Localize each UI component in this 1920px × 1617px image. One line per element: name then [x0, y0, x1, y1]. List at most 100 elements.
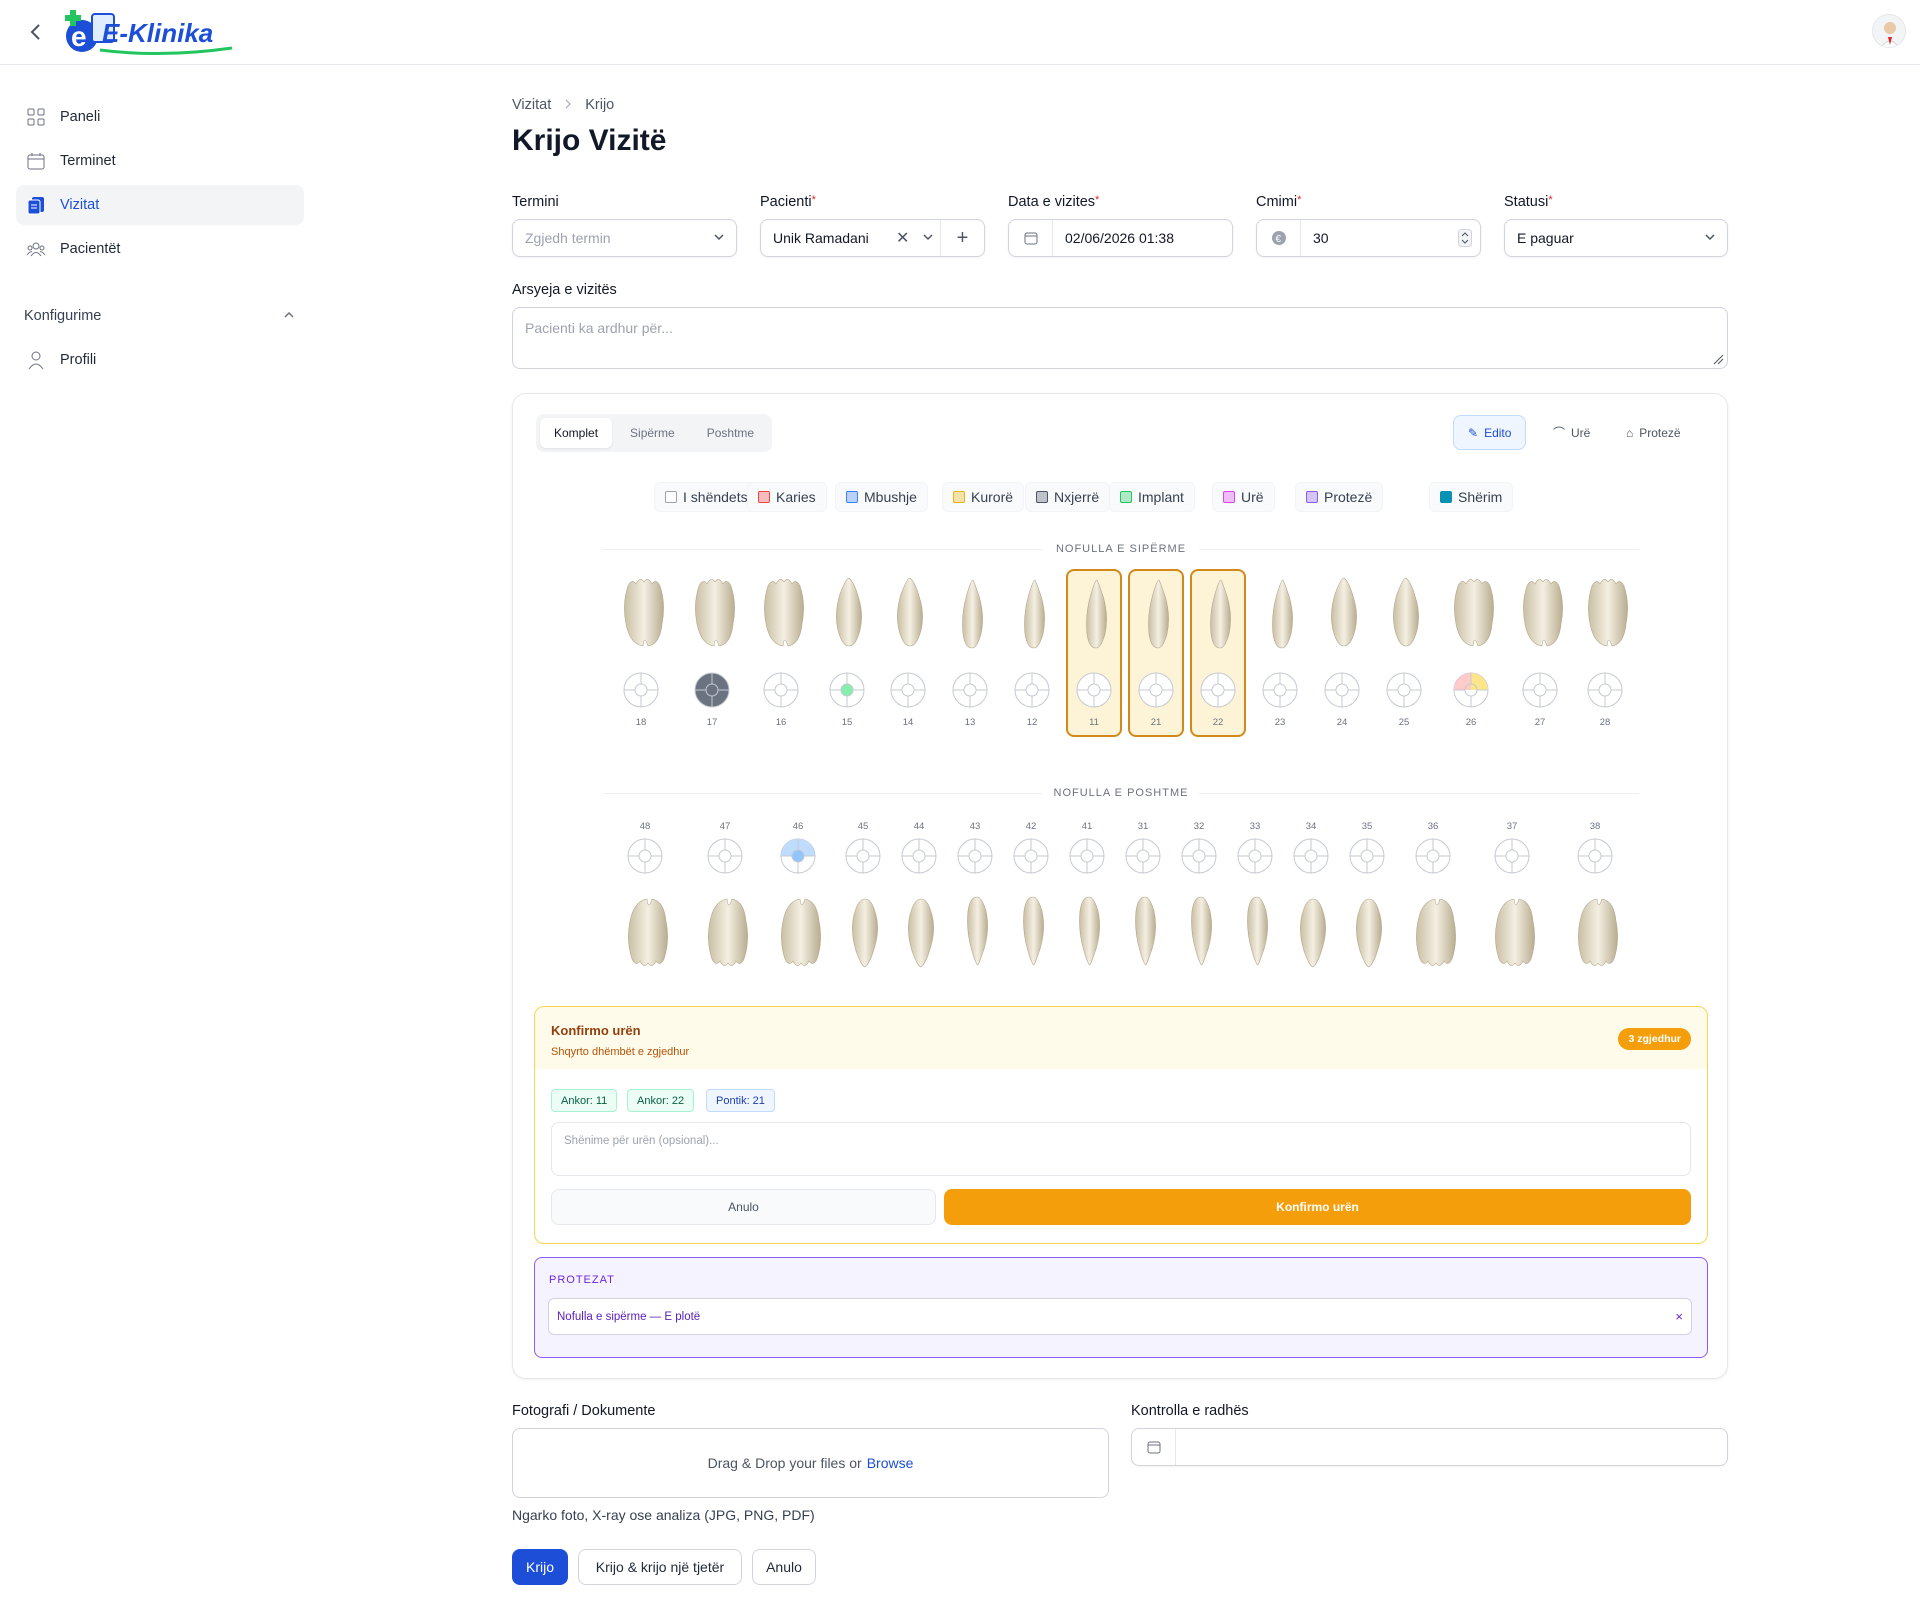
tooth-43[interactable] [950, 881, 1004, 976]
tooth-22[interactable] [1193, 574, 1247, 669]
sidebar-item-pacientet[interactable]: Pacientët [16, 229, 304, 269]
tooth-38[interactable] [1570, 881, 1624, 976]
tooth-surface-selector[interactable] [1073, 669, 1115, 716]
confirm-bridge-button[interactable]: Konfirmo urën [944, 1189, 1691, 1225]
tooth-21[interactable] [1131, 574, 1185, 669]
tooth-surface-selector[interactable] [1450, 669, 1492, 716]
tooth-surface-selector[interactable] [826, 669, 868, 716]
tooth-33[interactable] [1230, 881, 1284, 976]
tooth-surface-selector[interactable] [1259, 669, 1301, 716]
tooth-surface-selector[interactable] [1491, 835, 1533, 882]
breadcrumb-link[interactable]: Vizitat [512, 97, 551, 113]
tooth-surface-selector[interactable] [1346, 835, 1388, 882]
sidebar-item-vizitat[interactable]: Vizitat [16, 185, 304, 225]
tooth-surface-selector[interactable] [1290, 835, 1332, 882]
tab-siperme[interactable]: Sipërme [616, 418, 689, 448]
tooth-surface-selector[interactable] [887, 669, 929, 716]
tooth-surface-selector[interactable] [777, 835, 819, 882]
tooth-surface-selector[interactable] [691, 669, 733, 716]
tooth-31[interactable] [1118, 881, 1172, 976]
back-arrow-icon[interactable] [24, 20, 48, 44]
tooth-36[interactable] [1408, 881, 1462, 976]
tooth-surface-selector[interactable] [1066, 835, 1108, 882]
tooth-surface-selector[interactable] [1321, 669, 1363, 716]
tooth-surface-selector[interactable] [1197, 669, 1239, 716]
tooth-14[interactable] [883, 574, 937, 669]
tooth-48[interactable] [620, 881, 674, 976]
bridge-mode-button[interactable]: ⌒ Urë [1539, 415, 1605, 450]
tooth-47[interactable] [700, 881, 754, 976]
tooth-surface-selector[interactable] [1412, 835, 1454, 882]
tooth-16[interactable] [756, 574, 810, 669]
tooth-surface-selector[interactable] [1010, 835, 1052, 882]
tooth-44[interactable] [894, 881, 948, 976]
edit-mode-button[interactable]: ✎ Edito [1453, 415, 1527, 450]
tooth-23[interactable] [1255, 574, 1309, 669]
tooth-42[interactable] [1006, 881, 1060, 976]
tooth-surface-selector[interactable] [954, 835, 996, 882]
tooth-surface-selector[interactable] [1519, 669, 1561, 716]
tooth-32[interactable] [1174, 881, 1228, 976]
browse-link[interactable]: Browse [867, 1455, 914, 1471]
denture-mode-button[interactable]: ⌂ Protezë [1612, 415, 1695, 450]
tooth-17[interactable] [687, 574, 741, 669]
tab-komplet[interactable]: Komplet [540, 418, 613, 448]
price-input[interactable]: € 30 [1256, 219, 1481, 257]
next-check-date-input[interactable] [1131, 1428, 1728, 1466]
create-button[interactable]: Krijo [512, 1549, 568, 1585]
add-patient-button[interactable]: + [940, 220, 984, 256]
sidebar-item-terminet[interactable]: Terminet [16, 141, 304, 181]
user-avatar[interactable] [1872, 14, 1906, 48]
stepper-icon[interactable] [1450, 229, 1480, 247]
date-input[interactable]: 02/06/2026 01:38 [1008, 219, 1233, 257]
sidebar-item-paneli[interactable]: Paneli [16, 97, 304, 137]
tooth-35[interactable] [1342, 881, 1396, 976]
app-logo[interactable]: e E-Klinika [62, 6, 242, 58]
tab-poshtme[interactable]: Poshtme [693, 418, 768, 448]
bridge-notes-input[interactable]: Shënime për urën (opsional)... [551, 1122, 1691, 1176]
tooth-surface-selector[interactable] [760, 669, 802, 716]
tooth-surface-selector[interactable] [1135, 669, 1177, 716]
calendar-icon[interactable] [1132, 1429, 1176, 1465]
chevron-down-icon[interactable] [916, 230, 940, 246]
tooth-41[interactable] [1062, 881, 1116, 976]
resize-handle-icon[interactable] [1712, 353, 1724, 365]
tooth-26[interactable] [1446, 574, 1500, 669]
clear-icon[interactable]: ✕ [896, 228, 916, 248]
tooth-surface-selector[interactable] [1122, 835, 1164, 882]
tooth-34[interactable] [1286, 881, 1340, 976]
tooth-11[interactable] [1069, 574, 1123, 669]
tooth-surface-selector[interactable] [1011, 669, 1053, 716]
tooth-12[interactable] [1007, 574, 1061, 669]
cancel-bridge-button[interactable]: Anulo [551, 1189, 936, 1225]
tooth-surface-selector[interactable] [842, 835, 884, 882]
pacienti-select[interactable]: Unik Ramadani ✕ + [760, 219, 985, 257]
tooth-37[interactable] [1487, 881, 1541, 976]
reason-textarea[interactable]: Pacienti ka ardhur për... [512, 307, 1728, 369]
remove-denture-button[interactable]: × [1675, 1309, 1683, 1324]
tooth-13[interactable] [945, 574, 999, 669]
tooth-surface-selector[interactable] [1383, 669, 1425, 716]
calendar-icon[interactable] [1009, 220, 1053, 256]
termini-select[interactable]: Zgjedh termin [512, 219, 737, 257]
tooth-18[interactable] [616, 574, 670, 669]
tooth-24[interactable] [1317, 574, 1371, 669]
tooth-25[interactable] [1379, 574, 1433, 669]
tooth-surface-selector[interactable] [949, 669, 991, 716]
tooth-45[interactable] [838, 881, 892, 976]
create-another-button[interactable]: Krijo & krijo një tjetër [578, 1549, 742, 1585]
tooth-15[interactable] [822, 574, 876, 669]
tooth-surface-selector[interactable] [1574, 835, 1616, 882]
tooth-28[interactable] [1580, 574, 1634, 669]
tooth-46[interactable] [773, 881, 827, 976]
tooth-surface-selector[interactable] [620, 669, 662, 716]
sidebar-group-konfigurime[interactable]: Konfigurime [24, 308, 296, 326]
cancel-button[interactable]: Anulo [752, 1549, 816, 1585]
tooth-surface-selector[interactable] [898, 835, 940, 882]
status-select[interactable]: E paguar [1504, 219, 1728, 257]
tooth-27[interactable] [1515, 574, 1569, 669]
tooth-surface-selector[interactable] [1584, 669, 1626, 716]
file-dropzone[interactable]: Drag & Drop your files or Browse [512, 1428, 1109, 1498]
tooth-surface-selector[interactable] [1234, 835, 1276, 882]
tooth-surface-selector[interactable] [704, 835, 746, 882]
